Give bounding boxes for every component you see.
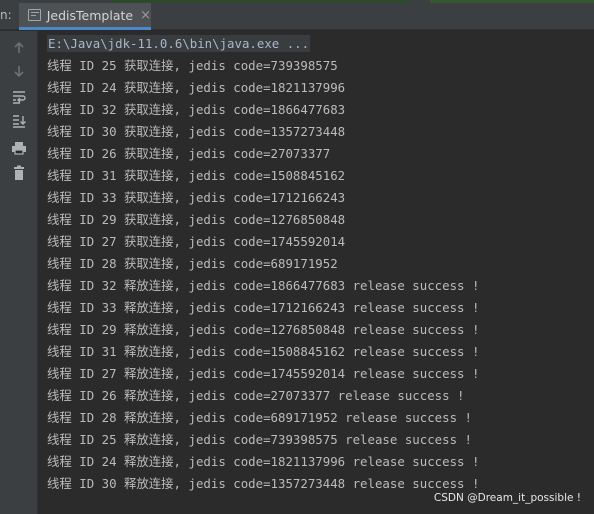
log-line: 线程 ID 29 获取连接, jedis code=1276850848 — [47, 212, 346, 227]
log-line: 线程 ID 31 获取连接, jedis code=1508845162 — [47, 168, 346, 183]
log-line: 线程 ID 33 获取连接, jedis code=1712166243 — [47, 190, 346, 205]
run-config-icon — [28, 9, 41, 21]
log-line: 线程 ID 25 获取连接, jedis code=739398575 — [47, 58, 338, 73]
log-line: 线程 ID 24 获取连接, jedis code=1821137996 — [47, 80, 346, 95]
trash-icon[interactable] — [10, 164, 28, 182]
scroll-to-end-icon[interactable] — [10, 112, 28, 130]
command-line: E:\Java\jdk-11.0.6\bin\java.exe ... — [47, 33, 594, 55]
log-line: 线程 ID 27 释放连接, jedis code=1745592014 rel… — [47, 366, 480, 381]
log-line: 线程 ID 28 释放连接, jedis code=689171952 rele… — [47, 410, 472, 425]
log-line: 线程 ID 32 获取连接, jedis code=1866477683 — [47, 102, 346, 117]
log-line: 线程 ID 32 释放连接, jedis code=1866477683 rel… — [47, 278, 480, 293]
console-toolbar — [0, 31, 38, 514]
tab-jedistemplate[interactable]: JedisTemplate × — [19, 3, 151, 30]
log-line: 线程 ID 27 获取连接, jedis code=1745592014 — [47, 234, 346, 249]
log-line: 线程 ID 26 获取连接, jedis code=27073377 — [47, 146, 331, 161]
tab-label: JedisTemplate — [46, 7, 134, 23]
command-text: E:\Java\jdk-11.0.6\bin\java.exe ... — [47, 35, 311, 52]
log-line: 线程 ID 26 释放连接, jedis code=27073377 relea… — [47, 388, 465, 403]
up-arrow-icon[interactable] — [10, 39, 28, 57]
console-output[interactable]: E:\Java\jdk-11.0.6\bin\java.exe ... 线程 I… — [39, 31, 594, 514]
soft-wrap-icon[interactable] — [10, 88, 28, 106]
log-line: 线程 ID 33 释放连接, jedis code=1712166243 rel… — [47, 300, 480, 315]
log-line: 线程 ID 30 获取连接, jedis code=1357273448 — [47, 124, 346, 139]
log-line: 线程 ID 28 获取连接, jedis code=689171952 — [47, 256, 338, 271]
print-icon[interactable] — [10, 139, 28, 157]
down-arrow-icon[interactable] — [10, 62, 28, 80]
close-icon[interactable]: × — [140, 9, 151, 22]
tab-bar-prefix: n: — [0, 8, 12, 22]
log-line: 线程 ID 25 释放连接, jedis code=739398575 rele… — [47, 432, 472, 447]
log-line: 线程 ID 24 释放连接, jedis code=1821137996 rel… — [47, 454, 480, 469]
run-tab-bar: n: JedisTemplate × — [0, 3, 594, 30]
log-line: 线程 ID 29 释放连接, jedis code=1276850848 rel… — [47, 322, 480, 337]
csdn-watermark: CSDN @Dream_it_possible ! — [433, 492, 581, 504]
log-line: 线程 ID 31 释放连接, jedis code=1508845162 rel… — [47, 344, 480, 359]
